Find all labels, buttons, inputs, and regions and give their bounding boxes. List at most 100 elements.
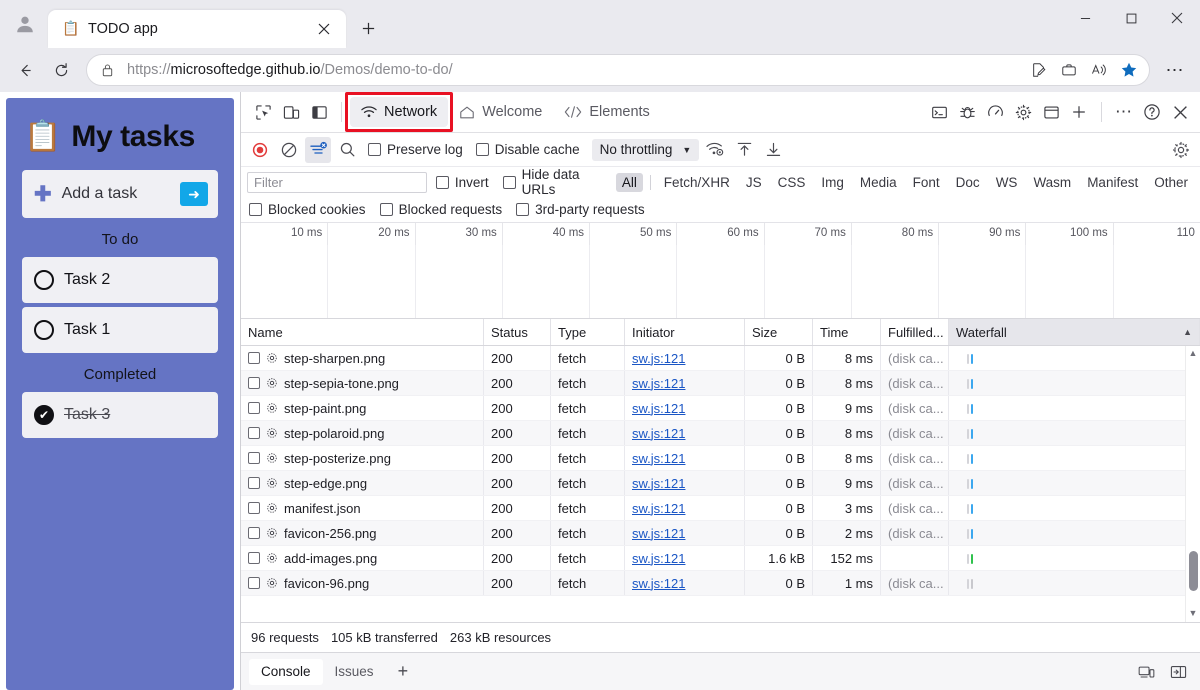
- filter-type-font[interactable]: Font: [907, 173, 946, 192]
- initiator-link[interactable]: sw.js:121: [632, 526, 685, 541]
- cell-name[interactable]: step-edge.png: [241, 471, 484, 495]
- column-header-type[interactable]: Type: [551, 319, 625, 345]
- filter-type-js[interactable]: JS: [740, 173, 768, 192]
- table-row[interactable]: step-sharpen.png 200 fetch sw.js:121 0 B8 ms…: [241, 346, 1200, 371]
- cell-name[interactable]: step-polaroid.png: [241, 421, 484, 445]
- table-row[interactable]: manifest.json 200 fetch sw.js:121 0 B3 ms (di…: [241, 496, 1200, 521]
- tab-network[interactable]: Network: [344, 92, 454, 132]
- drawer-tab-console[interactable]: Console: [249, 658, 323, 685]
- network-overview[interactable]: 10 ms 20 ms 30 ms 40 ms 50 ms 60 ms 70 m…: [241, 223, 1200, 319]
- browser-more-button[interactable]: ⋯: [1158, 53, 1192, 87]
- drawer-tab-issues[interactable]: Issues: [323, 659, 386, 685]
- add-task-row[interactable]: ✚ Add a task ➜: [22, 170, 218, 218]
- inspect-element-icon[interactable]: [249, 98, 277, 126]
- cell-initiator[interactable]: sw.js:121: [625, 496, 745, 520]
- row-checkbox-icon[interactable]: [248, 452, 260, 464]
- add-task-input[interactable]: Add a task: [62, 185, 170, 203]
- cell-initiator[interactable]: sw.js:121: [625, 446, 745, 470]
- back-button[interactable]: [8, 53, 42, 87]
- hide-data-urls-checkbox[interactable]: Hide data URLs: [498, 167, 612, 197]
- cell-name[interactable]: step-sharpen.png: [241, 346, 484, 370]
- scroll-up-icon[interactable]: ▲: [1189, 346, 1198, 360]
- filter-type-wasm[interactable]: Wasm: [1027, 173, 1077, 192]
- filter-type-img[interactable]: Img: [815, 173, 850, 192]
- cell-initiator[interactable]: sw.js:121: [625, 346, 745, 370]
- initiator-link[interactable]: sw.js:121: [632, 501, 685, 516]
- drawer-add-tab-button[interactable]: +: [386, 659, 421, 685]
- collections-icon[interactable]: [1055, 56, 1083, 84]
- list-item[interactable]: Task 2: [22, 257, 218, 303]
- task-checkbox-icon[interactable]: [34, 270, 54, 290]
- dock-side-icon[interactable]: [305, 98, 333, 126]
- column-header-waterfall[interactable]: Waterfall ▲: [949, 319, 1200, 345]
- dock-drawer-icon[interactable]: [1164, 658, 1192, 686]
- favorite-star-icon[interactable]: [1115, 56, 1143, 84]
- filter-type-other[interactable]: Other: [1148, 173, 1194, 192]
- column-header-initiator[interactable]: Initiator: [625, 319, 745, 345]
- device-emulation-icon[interactable]: [277, 98, 305, 126]
- performance-icon[interactable]: [981, 98, 1009, 126]
- devtools-help-icon[interactable]: [1138, 98, 1166, 126]
- table-row[interactable]: step-edge.png 200 fetch sw.js:121 0 B9 ms (di…: [241, 471, 1200, 496]
- row-checkbox-icon[interactable]: [248, 352, 260, 364]
- record-button[interactable]: [247, 137, 273, 163]
- third-party-requests-checkbox[interactable]: 3rd-party requests: [516, 202, 645, 217]
- initiator-link[interactable]: sw.js:121: [632, 476, 685, 491]
- list-item[interactable]: ✔ Task 3: [22, 392, 218, 438]
- task-checkbox-checked-icon[interactable]: ✔: [34, 405, 54, 425]
- cell-name[interactable]: step-sepia-tone.png: [241, 371, 484, 395]
- address-bar[interactable]: https://microsoftedge.github.io/Demos/de…: [86, 54, 1150, 86]
- row-checkbox-icon[interactable]: [248, 377, 260, 389]
- table-row[interactable]: step-paint.png 200 fetch sw.js:121 0 B9 ms (d…: [241, 396, 1200, 421]
- cell-initiator[interactable]: sw.js:121: [625, 571, 745, 595]
- cell-name[interactable]: step-paint.png: [241, 396, 484, 420]
- filter-type-manifest[interactable]: Manifest: [1081, 173, 1144, 192]
- list-item[interactable]: Task 1: [22, 307, 218, 353]
- cell-name[interactable]: step-posterize.png: [241, 446, 484, 470]
- cell-initiator[interactable]: sw.js:121: [625, 371, 745, 395]
- row-checkbox-icon[interactable]: [248, 427, 260, 439]
- table-row[interactable]: favicon-256.png 200 fetch sw.js:121 0 B2 ms(…: [241, 521, 1200, 546]
- table-row[interactable]: step-polaroid.png 200 fetch sw.js:121 0 B8 m…: [241, 421, 1200, 446]
- blocked-requests-checkbox[interactable]: Blocked requests: [379, 202, 502, 217]
- table-scrollbar[interactable]: ▲ ▼: [1185, 346, 1200, 622]
- scrollbar-thumb[interactable]: [1188, 551, 1198, 591]
- initiator-link[interactable]: sw.js:121: [632, 451, 685, 466]
- read-aloud-icon[interactable]: [1085, 56, 1113, 84]
- clear-button[interactable]: [276, 137, 302, 163]
- table-row[interactable]: step-sepia-tone.png 200 fetch sw.js:121 0 B8…: [241, 371, 1200, 396]
- column-header-size[interactable]: Size: [745, 319, 813, 345]
- row-checkbox-icon[interactable]: [248, 502, 260, 514]
- table-row[interactable]: favicon-96.png 200 fetch sw.js:121 0 B1 ms (d…: [241, 571, 1200, 596]
- cell-name[interactable]: favicon-96.png: [241, 571, 484, 595]
- search-button[interactable]: [334, 137, 360, 163]
- network-conditions-icon[interactable]: [702, 137, 728, 163]
- add-task-submit-icon[interactable]: ➜: [180, 182, 208, 206]
- initiator-link[interactable]: sw.js:121: [632, 351, 685, 366]
- table-row[interactable]: add-images.png 200 fetch sw.js:121 1.6 kB 152…: [241, 546, 1200, 571]
- layout-panel-icon[interactable]: [1037, 98, 1065, 126]
- window-minimize-button[interactable]: [1062, 0, 1108, 36]
- console-drawer-icon[interactable]: [925, 98, 953, 126]
- tab-welcome[interactable]: Welcome: [448, 97, 553, 127]
- settings-gear-icon[interactable]: [1168, 137, 1194, 163]
- cell-initiator[interactable]: sw.js:121: [625, 521, 745, 545]
- browser-tab-todo-app[interactable]: 📋 TODO app: [48, 10, 346, 48]
- filter-input[interactable]: Filter: [247, 171, 427, 193]
- cell-initiator[interactable]: sw.js:121: [625, 546, 745, 570]
- blocked-cookies-checkbox[interactable]: Blocked cookies: [249, 202, 366, 217]
- initiator-link[interactable]: sw.js:121: [632, 401, 685, 416]
- invert-checkbox[interactable]: Invert: [431, 175, 494, 190]
- window-maximize-button[interactable]: [1108, 0, 1154, 36]
- table-row[interactable]: step-posterize.png 200 fetch sw.js:121 0 B8 …: [241, 446, 1200, 471]
- preserve-log-checkbox[interactable]: Preserve log: [363, 142, 468, 157]
- initiator-link[interactable]: sw.js:121: [632, 426, 685, 441]
- row-checkbox-icon[interactable]: [248, 552, 260, 564]
- task-checkbox-icon[interactable]: [34, 320, 54, 340]
- filter-type-all[interactable]: All: [615, 172, 643, 192]
- cell-name[interactable]: manifest.json: [241, 496, 484, 520]
- row-checkbox-icon[interactable]: [248, 577, 260, 589]
- import-har-icon[interactable]: [731, 137, 757, 163]
- settings-cog-icon[interactable]: [1009, 98, 1037, 126]
- cell-name[interactable]: add-images.png: [241, 546, 484, 570]
